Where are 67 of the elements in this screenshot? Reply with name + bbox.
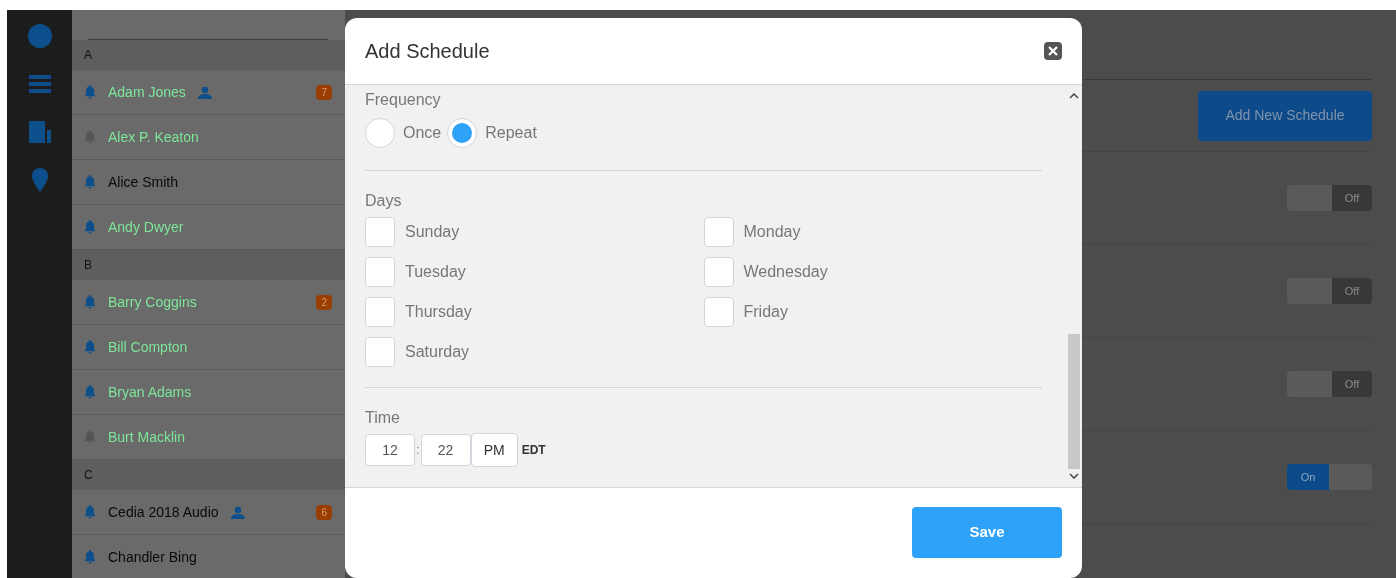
day-label: Monday: [743, 222, 801, 242]
contact-name: Bryan Adams: [108, 382, 192, 402]
scroll-down-icon[interactable]: [1069, 473, 1079, 479]
bell-icon[interactable]: [84, 85, 96, 99]
close-icon[interactable]: [1044, 42, 1062, 60]
add-schedule-button[interactable]: Add New Schedule: [1198, 90, 1372, 141]
bell-icon[interactable]: [84, 220, 96, 234]
save-button[interactable]: Save: [912, 507, 1062, 558]
contact-name: Andy Dwyer: [108, 217, 184, 237]
checkbox[interactable]: [703, 217, 734, 247]
timezone-label: EDT: [521, 442, 546, 459]
section-label: Time: [365, 408, 401, 428]
contact-row[interactable]: Barry Coggins 2: [72, 280, 344, 325]
checkbox[interactable]: [365, 297, 395, 327]
checkbox[interactable]: [703, 257, 734, 287]
contact-name: Barry Coggins: [108, 292, 197, 312]
contact-name: Adam Jones: [108, 82, 186, 102]
radio-label: Repeat: [485, 123, 537, 143]
bell-icon[interactable]: [84, 340, 96, 354]
bell-icon[interactable]: [84, 505, 96, 519]
checkbox[interactable]: [365, 257, 395, 287]
contact-name: Cedia 2018 Audio: [108, 502, 219, 522]
period-button[interactable]: PM: [470, 433, 518, 467]
day-label: Saturday: [405, 342, 470, 362]
contact-row[interactable]: Bryan Adams: [72, 370, 344, 415]
checkbox[interactable]: [703, 297, 734, 327]
day-label: Sunday: [405, 222, 460, 242]
contact-row[interactable]: Adam Jones 7: [72, 70, 344, 115]
section-letter: C: [84, 467, 93, 483]
radio-button[interactable]: [365, 118, 395, 148]
radio-label: Once: [403, 123, 442, 143]
contact-row[interactable]: Alex P. Keaton: [72, 115, 344, 160]
contact-name: Chandler Bing: [108, 547, 197, 567]
person-icon: [230, 505, 245, 519]
section-letter: A: [84, 47, 92, 63]
checkbox[interactable]: [365, 337, 395, 367]
bell-icon[interactable]: [84, 295, 96, 309]
contact-name: Bill Compton: [108, 337, 188, 357]
section-letter: B: [84, 257, 92, 273]
contact-name: Alex P. Keaton: [108, 127, 199, 147]
section-label: Days: [365, 191, 403, 211]
circle-icon[interactable]: [25, 22, 54, 50]
contact-row[interactable]: Bill Compton: [72, 325, 344, 370]
bell-icon[interactable]: [84, 385, 96, 399]
contact-name: Alice Smith: [108, 172, 179, 192]
minute-field[interactable]: 22: [420, 434, 471, 466]
contact-row[interactable]: Cedia 2018 Audio 6: [72, 490, 344, 535]
contact-row[interactable]: Alice Smith: [72, 160, 344, 205]
dialog-title: Add Schedule: [365, 39, 490, 64]
hour-field[interactable]: 12: [365, 434, 415, 466]
scroll-up-icon[interactable]: [1069, 93, 1079, 99]
day-label: Friday: [743, 302, 788, 322]
contact-name: Burt Macklin: [108, 427, 186, 447]
checkbox[interactable]: [365, 217, 395, 247]
day-label: Wednesday: [743, 262, 828, 282]
count-badge: 2: [316, 294, 332, 310]
contact-row[interactable]: Chandler Bing: [72, 535, 344, 578]
bell-icon[interactable]: [84, 175, 96, 189]
person-icon: [197, 85, 212, 99]
count-badge: 6: [316, 504, 332, 520]
radio-button[interactable]: [447, 118, 478, 148]
time-separator: :: [415, 441, 421, 460]
day-label: Tuesday: [405, 262, 466, 282]
bell-icon[interactable]: [84, 550, 96, 564]
count-badge: 7: [316, 84, 332, 100]
day-label: Thursday: [405, 302, 472, 322]
section-label: Frequency: [365, 90, 442, 110]
